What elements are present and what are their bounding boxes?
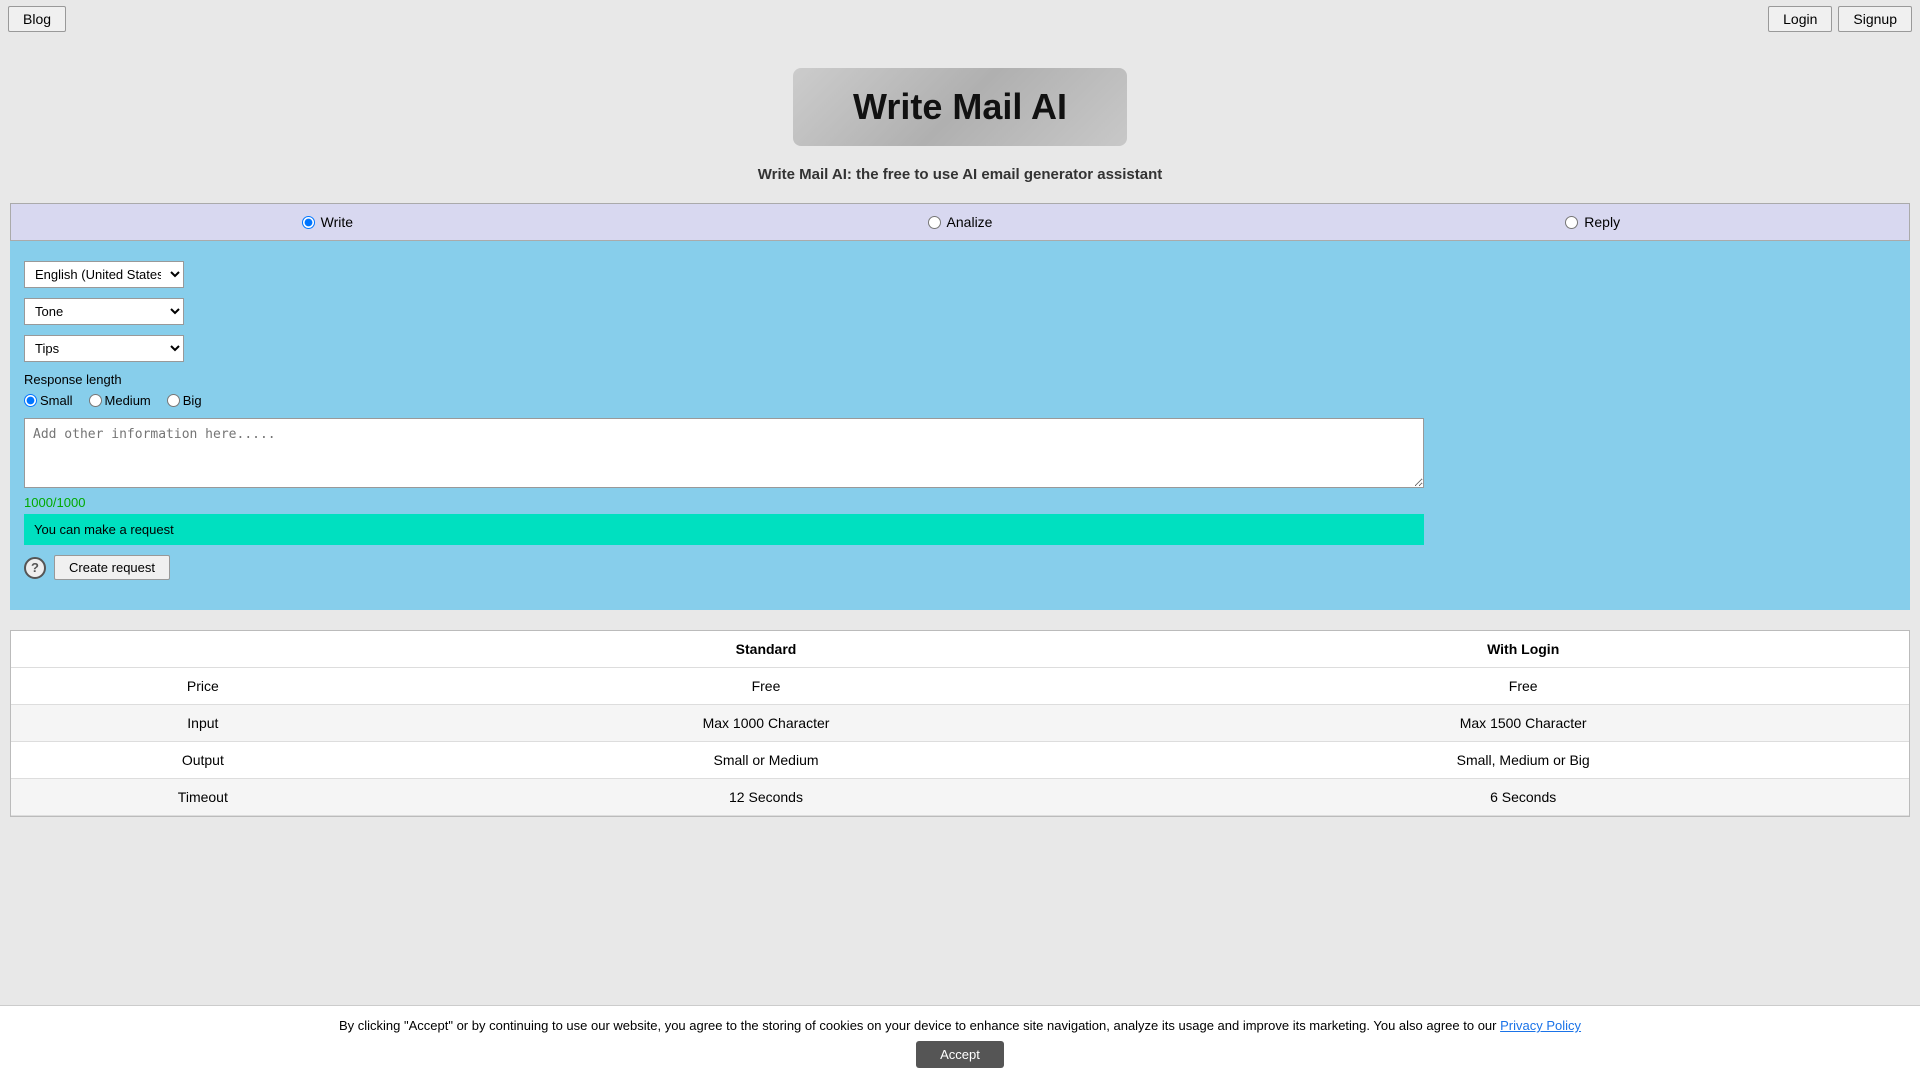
pricing-feature-price: Price bbox=[11, 668, 395, 705]
pricing-standard-1: Max 1000 Character bbox=[395, 705, 1138, 742]
response-big-radio[interactable] bbox=[167, 394, 180, 407]
char-count: 1000/1000 bbox=[24, 495, 1896, 510]
blog-button[interactable]: Blog bbox=[8, 6, 66, 32]
privacy-policy-link[interactable]: Privacy Policy bbox=[1500, 1018, 1581, 1033]
pricing-with-login-0: Free bbox=[1137, 668, 1909, 705]
hero-section: Write Mail AI Write Mail AI: the free to… bbox=[0, 38, 1920, 203]
hero-subtitle: Write Mail AI: the free to use AI email … bbox=[20, 166, 1900, 183]
pricing-row: OutputSmall or MediumSmall, Medium or Bi… bbox=[11, 742, 1909, 779]
cookie-banner: By clicking "Accept" or by continuing to… bbox=[0, 1005, 1920, 1080]
response-medium-radio[interactable] bbox=[89, 394, 102, 407]
response-small-radio[interactable] bbox=[24, 394, 37, 407]
pricing-header-row: Standard With Login bbox=[11, 631, 1909, 668]
tab-reply-label: Reply bbox=[1584, 214, 1620, 230]
pricing-row: InputMax 1000 CharacterMax 1500 Characte… bbox=[11, 705, 1909, 742]
response-big-label: Big bbox=[183, 393, 202, 408]
tab-analize[interactable]: Analize bbox=[644, 204, 1277, 240]
accept-button[interactable]: Accept bbox=[916, 1041, 1004, 1068]
pricing-col-feature bbox=[11, 631, 395, 668]
header: Blog Login Signup bbox=[0, 0, 1920, 38]
header-right: Login Signup bbox=[1768, 6, 1912, 32]
page-title: Write Mail AI bbox=[853, 86, 1067, 128]
response-medium[interactable]: Medium bbox=[89, 393, 151, 408]
pricing-row: PriceFreeFree bbox=[11, 668, 1909, 705]
signup-button[interactable]: Signup bbox=[1838, 6, 1912, 32]
pricing-standard-3: 12 Seconds bbox=[395, 779, 1138, 816]
response-big[interactable]: Big bbox=[167, 393, 202, 408]
tab-write[interactable]: Write bbox=[11, 204, 644, 240]
pricing-row: Timeout12 Seconds6 Seconds bbox=[11, 779, 1909, 816]
tab-reply[interactable]: Reply bbox=[1276, 204, 1909, 240]
tips-select[interactable]: Tips Tip 1 Tip 2 Tip 3 bbox=[24, 335, 184, 362]
response-medium-label: Medium bbox=[105, 393, 151, 408]
login-button[interactable]: Login bbox=[1768, 6, 1832, 32]
pricing-table: Standard With Login PriceFreeFreeInputMa… bbox=[11, 631, 1909, 816]
language-select[interactable]: English (United States) Spanish French G… bbox=[24, 261, 184, 288]
tab-analize-label: Analize bbox=[947, 214, 993, 230]
tone-select[interactable]: Tone Formal Informal Friendly Profession… bbox=[24, 298, 184, 325]
pricing-section: Standard With Login PriceFreeFreeInputMa… bbox=[10, 630, 1910, 817]
tab-write-radio[interactable] bbox=[302, 216, 315, 229]
pricing-with-login-2: Small, Medium or Big bbox=[1137, 742, 1909, 779]
pricing-with-login-1: Max 1500 Character bbox=[1137, 705, 1909, 742]
create-request-row: ? Create request bbox=[24, 555, 1896, 580]
pricing-standard-2: Small or Medium bbox=[395, 742, 1138, 779]
cookie-message: By clicking "Accept" or by continuing to… bbox=[339, 1018, 1497, 1033]
pricing-feature-output: Output bbox=[11, 742, 395, 779]
response-length-options: Small Medium Big bbox=[24, 393, 1896, 408]
tab-analize-radio[interactable] bbox=[928, 216, 941, 229]
pricing-col-with-login: With Login bbox=[1137, 631, 1909, 668]
pricing-col-standard: Standard bbox=[395, 631, 1138, 668]
hero-title-box: Write Mail AI bbox=[793, 68, 1127, 146]
additional-info-textarea[interactable] bbox=[24, 418, 1424, 488]
response-length-label: Response length bbox=[24, 372, 1896, 387]
pricing-with-login-3: 6 Seconds bbox=[1137, 779, 1909, 816]
form-area: English (United States) Spanish French G… bbox=[10, 241, 1910, 610]
pricing-feature-timeout: Timeout bbox=[11, 779, 395, 816]
mode-tabs: Write Analize Reply bbox=[10, 203, 1910, 241]
response-small-label: Small bbox=[40, 393, 73, 408]
help-icon[interactable]: ? bbox=[24, 557, 46, 579]
create-request-button[interactable]: Create request bbox=[54, 555, 170, 580]
request-banner: You can make a request bbox=[24, 514, 1424, 545]
tab-write-label: Write bbox=[321, 214, 353, 230]
response-small[interactable]: Small bbox=[24, 393, 73, 408]
tab-reply-radio[interactable] bbox=[1565, 216, 1578, 229]
pricing-feature-input: Input bbox=[11, 705, 395, 742]
pricing-standard-0: Free bbox=[395, 668, 1138, 705]
